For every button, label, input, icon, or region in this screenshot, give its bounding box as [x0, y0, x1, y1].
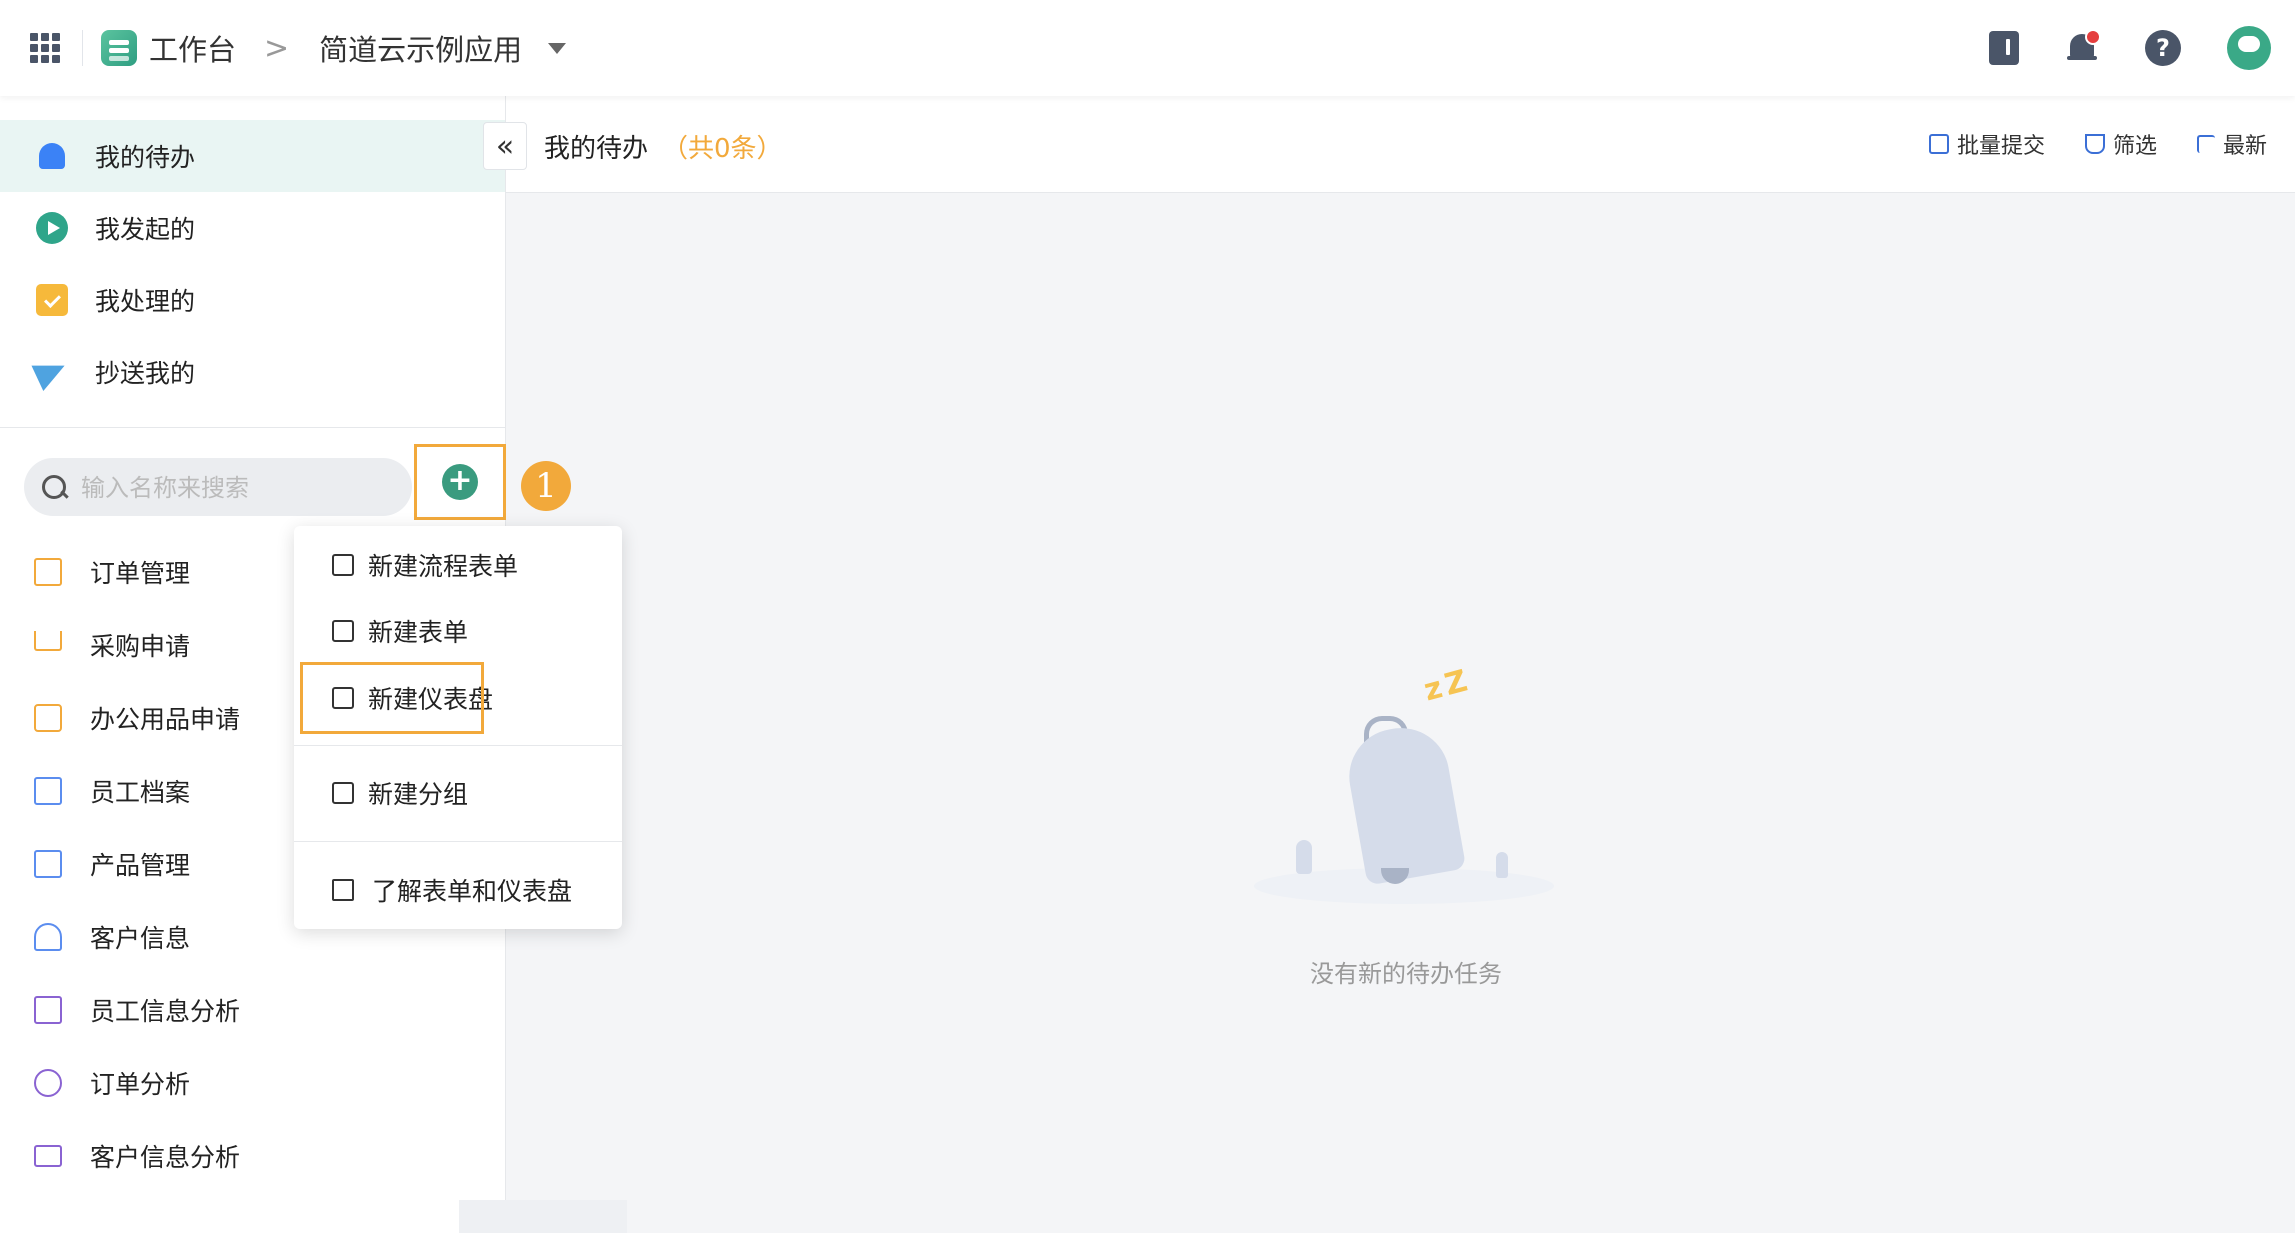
cart-icon: [34, 631, 62, 651]
app-item-label: 订单分析: [90, 1070, 191, 1099]
help-icon[interactable]: ?: [2145, 30, 2181, 66]
menu-item-label: 新建流程表单: [368, 552, 519, 581]
sleeping-bell-icon: [1341, 720, 1467, 886]
action-label: 筛选: [2112, 134, 2157, 159]
divider: [294, 841, 622, 842]
play-icon: [36, 212, 68, 244]
check-icon: [36, 284, 68, 316]
docs-icon[interactable]: [1989, 31, 2019, 65]
search-input[interactable]: [79, 458, 403, 518]
workspace-link[interactable]: 工作台: [149, 27, 236, 69]
add-button[interactable]: +: [442, 464, 478, 500]
sidebar-item-label: 我的待办: [95, 143, 196, 172]
create-dropdown-menu: 新建流程表单 新建表单 新建仪表盘 新建分组 了解表单和仪表盘: [294, 526, 622, 929]
notification-dot: [2085, 29, 2101, 45]
page-title: 我的待办: [544, 134, 649, 164]
menu-item-label: 新建表单: [368, 618, 469, 647]
divider: [0, 427, 505, 428]
menu-item-learn-more[interactable]: 了解表单和仪表盘: [294, 860, 622, 920]
tree-shape: [1496, 852, 1508, 878]
sort-button[interactable]: 最新: [2196, 128, 2267, 160]
batch-submit-button[interactable]: 批量提交: [1928, 128, 2045, 160]
app-item-label: 员工信息分析: [90, 997, 241, 1026]
app-switch-dropdown-icon[interactable]: [548, 42, 567, 54]
search-icon: [42, 475, 66, 499]
action-label: 最新: [2222, 134, 2267, 159]
app-item-employee-analysis[interactable]: 员工信息分析: [0, 974, 505, 1046]
sidebar-item-label: 我处理的: [95, 287, 196, 316]
pie-chart-icon: [34, 1069, 62, 1097]
sidebar-item-label: 抄送我的: [95, 359, 196, 388]
search-box: [24, 458, 412, 518]
filter-icon: [2084, 134, 2105, 154]
menu-item-label: 了解表单和仪表盘: [372, 877, 573, 906]
empty-state-illustration: zZ: [1224, 662, 1584, 928]
app-grid-icon[interactable]: [30, 33, 60, 63]
menu-item-label: 新建分组: [368, 780, 469, 809]
clipboard-icon: [34, 558, 62, 586]
paper-plane-icon: [31, 352, 71, 392]
sleep-z-icon: zZ: [1420, 662, 1475, 709]
app-item-label: 办公用品申请: [90, 705, 241, 734]
action-label: 批量提交: [1956, 134, 2045, 159]
step-badge-1: 1: [521, 461, 571, 511]
header-actions: 批量提交 筛选 最新: [1928, 128, 2267, 160]
book-icon: [332, 879, 354, 901]
monitor-chart-icon: [34, 1145, 62, 1167]
sidebar-item-initiated[interactable]: 我发起的: [0, 192, 505, 264]
calculator-icon: [34, 996, 62, 1024]
app-item-label: 订单管理: [90, 559, 191, 588]
store-icon: [34, 850, 62, 878]
sidebar-item-cc[interactable]: 抄送我的: [0, 336, 505, 408]
form-icon: [332, 620, 354, 642]
tree-shape: [1296, 840, 1312, 874]
notification-icon[interactable]: [2065, 29, 2101, 65]
sort-icon: [2196, 135, 2215, 153]
box-icon: [34, 704, 62, 732]
menu-item-new-flow-form[interactable]: 新建流程表单: [294, 535, 622, 595]
sidebar-item-my-todo[interactable]: 我的待办: [0, 120, 505, 192]
bell-icon: [39, 143, 65, 169]
workspace-logo-icon: [101, 30, 137, 66]
app-name[interactable]: 简道云示例应用: [319, 27, 522, 69]
app-item-label: 员工档案: [90, 778, 191, 807]
sidebar-item-label: 我发起的: [95, 215, 196, 244]
person-icon: [34, 923, 62, 951]
app-item-customer-analysis[interactable]: 客户信息分析: [0, 1120, 505, 1192]
app-item-label: 客户信息: [90, 924, 191, 953]
app-item-label: 采购申请: [90, 632, 191, 661]
collapse-sidebar-button[interactable]: «: [483, 122, 527, 170]
app-item-label: 产品管理: [90, 851, 191, 880]
divider: [294, 745, 622, 746]
app-item-order-analysis[interactable]: 订单分析: [0, 1047, 505, 1119]
add-group-icon: [332, 782, 354, 804]
divider: [82, 30, 83, 66]
batch-submit-icon: [1928, 134, 1949, 154]
menu-item-new-group[interactable]: 新建分组: [294, 763, 622, 823]
top-bar-left: 工作台 > 简道云示例应用: [30, 0, 567, 96]
add-button-highlight: +: [414, 444, 506, 520]
document-icon: [34, 777, 62, 805]
empty-state-text: 没有新的待办任务: [1310, 960, 1502, 988]
main-header: 我的待办 （共0条） 批量提交 筛选 最新: [506, 96, 2295, 193]
top-bar-right: ?: [1989, 0, 2271, 96]
top-bar: 工作台 > 简道云示例应用 ?: [0, 0, 2295, 96]
avatar[interactable]: [2227, 26, 2271, 70]
breadcrumb-chevron-icon: >: [264, 30, 290, 66]
app-item-label: 客户信息分析: [90, 1143, 241, 1172]
dashboard-item-highlight: [300, 662, 484, 734]
menu-item-new-form[interactable]: 新建表单: [294, 601, 622, 661]
sidebar-scroll-area: [459, 1200, 627, 1233]
sidebar-item-handled[interactable]: 我处理的: [0, 264, 505, 336]
flow-form-icon: [332, 554, 354, 576]
filter-button[interactable]: 筛选: [2084, 128, 2157, 160]
todo-count: （共0条）: [662, 134, 783, 164]
double-chevron-left-icon: «: [495, 128, 515, 164]
